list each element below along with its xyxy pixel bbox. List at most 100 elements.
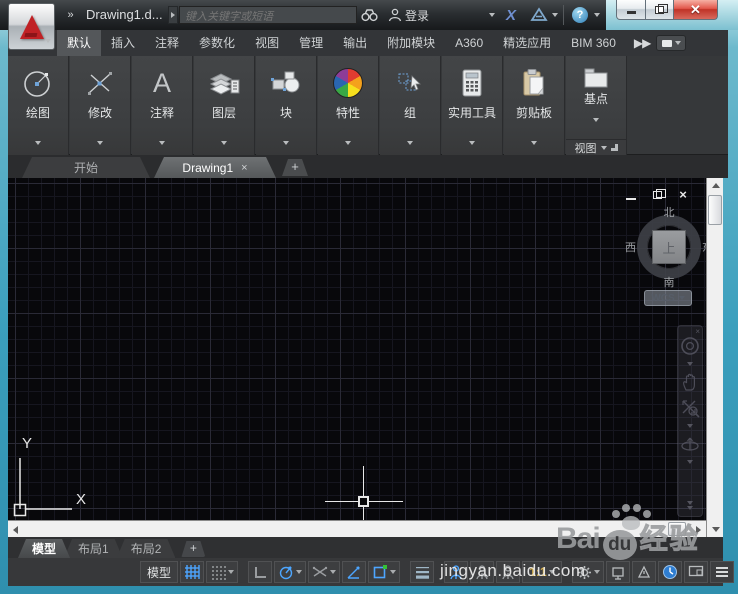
new-layout-button[interactable]: + (181, 541, 205, 557)
annotation-visibility-button[interactable] (444, 561, 468, 583)
ribbon-panel-properties[interactable]: 特性 (318, 56, 379, 155)
navbar-collapse-button[interactable] (687, 501, 693, 510)
search-expand-button[interactable] (168, 6, 178, 24)
ribbon-panel-draw[interactable]: 绘图 (8, 56, 69, 155)
layout-tab-model[interactable]: 模型 (18, 539, 70, 558)
ribbon-tab-view[interactable]: 视图 (245, 30, 289, 56)
quick-access-expand-button[interactable]: » (60, 7, 80, 24)
panel-expand-button[interactable] (345, 132, 351, 150)
ribbon-panel-clipboard[interactable]: 剪贴板 (504, 56, 565, 155)
chevron-down-icon[interactable] (687, 424, 693, 428)
scroll-up-button[interactable] (707, 178, 724, 193)
drawing-canvas[interactable]: × 北 南 西 东 上 WCS × (8, 178, 706, 520)
polar-tracking-button[interactable] (274, 561, 306, 583)
scroll-right-button[interactable] (691, 521, 706, 538)
chevron-down-icon[interactable] (687, 460, 693, 464)
navbar-close-icon[interactable]: × (695, 327, 700, 336)
orbit-icon[interactable] (680, 434, 700, 454)
panel-expand-button[interactable] (531, 132, 537, 150)
doc-close-button[interactable]: × (676, 188, 690, 202)
chevron-down-icon[interactable] (687, 362, 693, 366)
lineweight-button[interactable] (410, 561, 434, 583)
ribbon-panel-view[interactable]: 基点 视图 (566, 56, 627, 155)
autoscale-annotation-button[interactable] (470, 561, 494, 583)
viewcube[interactable]: 北 南 西 东 上 (625, 207, 706, 289)
panel-expand-button[interactable] (407, 132, 413, 150)
ribbon-panel-layers[interactable]: 图层 (194, 56, 255, 155)
sign-in-menu-button[interactable] (489, 6, 495, 24)
close-tab-icon[interactable]: × (241, 162, 247, 174)
tab-overflow-button[interactable]: ▶▶ (634, 36, 651, 50)
isolate-objects-button[interactable] (632, 561, 656, 583)
zoom-icon[interactable] (680, 398, 700, 418)
annotation-scale-sync-button[interactable] (496, 561, 520, 583)
workspace-switching-button[interactable] (572, 561, 604, 583)
object-snap-button[interactable] (368, 561, 400, 583)
ribbon-tab-parametric[interactable]: 参数化 (189, 30, 245, 56)
scroll-down-button[interactable] (707, 522, 724, 537)
viewcube-north-label[interactable]: 北 (664, 204, 675, 220)
layout-tab-layout1[interactable]: 布局1 (64, 539, 123, 558)
ribbon-tab-addins[interactable]: 附加模块 (377, 30, 445, 56)
sign-in-button[interactable]: 登录 (388, 6, 429, 24)
grid-display-button[interactable] (180, 561, 204, 583)
search-input[interactable] (180, 9, 356, 25)
help-menu-button[interactable] (594, 6, 600, 24)
layout-tab-layout2[interactable]: 布局2 (117, 539, 176, 558)
vertical-scrollbar[interactable] (706, 178, 723, 537)
new-drawing-button[interactable]: + (282, 159, 308, 176)
object-snap-tracking-button[interactable] (342, 561, 366, 583)
panel-expand-button[interactable] (35, 132, 41, 150)
model-space-button[interactable]: 模型 (140, 561, 178, 583)
horizontal-scrollbar[interactable] (8, 520, 706, 537)
ribbon-panel-modify[interactable]: 修改 (70, 56, 131, 155)
clean-screen-button[interactable] (684, 561, 708, 583)
file-tab-start[interactable]: 开始 (22, 157, 150, 178)
ribbon-panel-annotate[interactable]: A 注释 (132, 56, 193, 155)
annotation-monitor-button[interactable] (606, 561, 630, 583)
ribbon-tab-manage[interactable]: 管理 (289, 30, 333, 56)
ribbon-panel-block[interactable]: 块 (256, 56, 317, 155)
ribbon-tab-annotate[interactable]: 注释 (145, 30, 189, 56)
search-button[interactable] (361, 6, 378, 24)
view-panel-title-bar[interactable]: 视图 (566, 139, 626, 155)
isometric-drafting-button[interactable] (308, 561, 340, 583)
application-menu-button[interactable] (8, 3, 55, 50)
ribbon-tab-featured-apps[interactable]: 精选应用 (493, 30, 561, 56)
ribbon-tab-home[interactable]: 默认 (57, 30, 102, 56)
pan-hand-icon[interactable] (681, 372, 699, 392)
horizontal-scroll-thumb[interactable] (668, 522, 686, 536)
a360-button[interactable] (530, 6, 548, 24)
ribbon-tab-a360[interactable]: A360 (445, 30, 493, 56)
file-tab-drawing1[interactable]: Drawing1 × (154, 157, 276, 178)
ribbon-tab-bim360[interactable]: BIM 360 (561, 30, 626, 56)
hardware-acceleration-button[interactable] (658, 561, 682, 583)
scroll-left-button[interactable] (8, 521, 23, 538)
snap-mode-button[interactable] (206, 561, 238, 583)
doc-restore-button[interactable] (650, 188, 666, 202)
viewcube-top-face[interactable]: 上 (652, 230, 686, 264)
panel-expand-button[interactable] (221, 132, 227, 150)
wcs-dropdown[interactable]: WCS (644, 290, 692, 306)
restore-button[interactable] (646, 0, 674, 20)
viewcube-south-label[interactable]: 南 (664, 274, 675, 290)
ribbon-panel-groups[interactable]: 组 (380, 56, 441, 155)
doc-minimize-button[interactable] (624, 188, 638, 202)
base-point-menu-button[interactable] (593, 109, 599, 127)
ribbon-tab-insert[interactable]: 插入 (101, 30, 145, 56)
a360-menu-button[interactable] (552, 6, 558, 24)
ribbon-minimize-button[interactable] (656, 35, 687, 51)
annotation-scale-button[interactable]: 1:1 (522, 561, 562, 583)
vertical-scroll-thumb[interactable] (708, 195, 722, 225)
panel-expand-button[interactable] (469, 132, 475, 150)
panel-expand-button[interactable] (283, 132, 289, 150)
minimize-button[interactable] (616, 0, 646, 20)
close-button[interactable]: ✕ (674, 0, 718, 20)
ortho-mode-button[interactable] (248, 561, 272, 583)
exchange-apps-button[interactable]: X (506, 6, 516, 24)
panel-expand-button[interactable] (159, 132, 165, 150)
ribbon-tab-output[interactable]: 输出 (333, 30, 377, 56)
viewcube-west-label[interactable]: 西 (625, 239, 636, 255)
ribbon-panel-utilities[interactable]: 实用工具 (442, 56, 503, 155)
help-button[interactable]: ? (572, 6, 588, 24)
